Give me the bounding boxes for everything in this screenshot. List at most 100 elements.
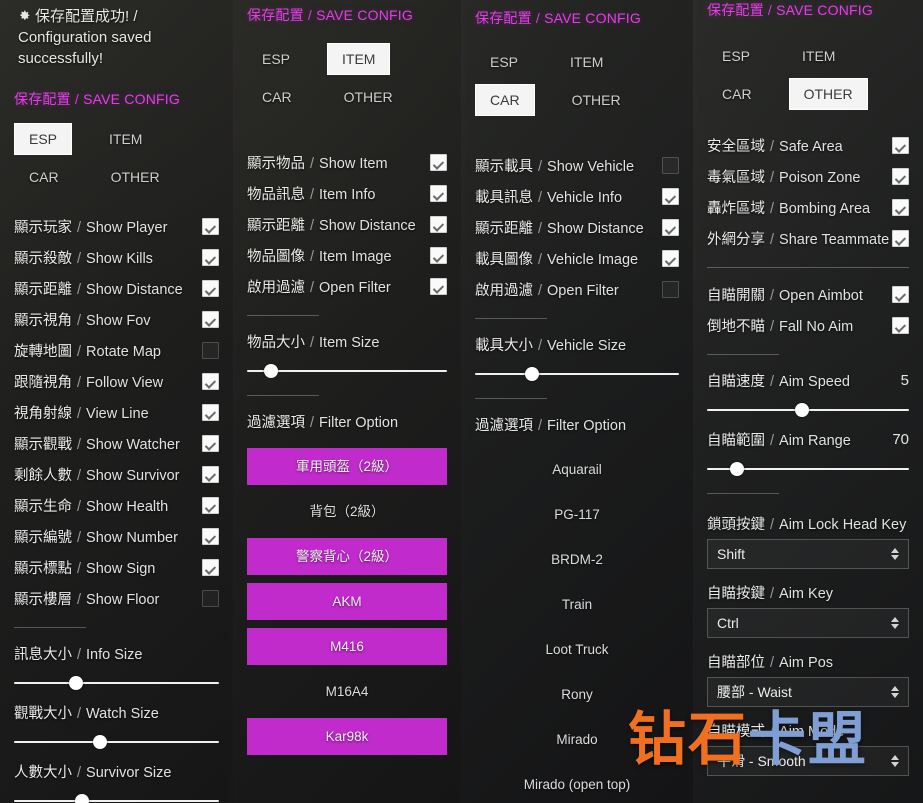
item-show-item-checkbox[interactable] bbox=[430, 154, 447, 171]
esp-show-number-checkbox[interactable] bbox=[202, 528, 219, 545]
car-open-filter-checkbox[interactable] bbox=[662, 281, 679, 298]
esp-show-kills-checkbox[interactable] bbox=[202, 249, 219, 266]
tab-esp[interactable]: ESP bbox=[247, 43, 305, 75]
other-open-aimbot-checkbox[interactable] bbox=[892, 286, 909, 303]
car-show-vehicle-checkbox[interactable] bbox=[662, 157, 679, 174]
car-filter-6-option[interactable]: Mirado bbox=[475, 721, 679, 758]
slider-knob[interactable] bbox=[730, 462, 745, 476]
item-item-image-checkbox[interactable] bbox=[430, 247, 447, 264]
esp-show-floor-row[interactable]: 顯示樓層 / Show Floor bbox=[14, 583, 219, 614]
esp-rotate-map-row[interactable]: 旋轉地圖 / Rotate Map bbox=[14, 335, 219, 366]
car-filter-2-option[interactable]: BRDM-2 bbox=[475, 541, 679, 578]
esp-survivor-size-slider[interactable] bbox=[14, 790, 219, 803]
tab-esp[interactable]: ESP bbox=[475, 46, 533, 78]
tab-item[interactable]: ITEM bbox=[327, 43, 391, 75]
car-vehicle-image-checkbox[interactable] bbox=[662, 250, 679, 267]
car-vehicle-info-checkbox[interactable] bbox=[662, 188, 679, 205]
slider-knob[interactable] bbox=[74, 794, 89, 803]
tab-car[interactable]: CAR bbox=[475, 84, 535, 116]
other-aim-speed-slider[interactable] bbox=[707, 399, 909, 421]
item-show-item-row[interactable]: 顯示物品 / Show Item bbox=[247, 147, 447, 178]
other-aim-range-slider[interactable] bbox=[707, 458, 909, 480]
other-bombing-area-row[interactable]: 轟炸區域 / Bombing Area bbox=[707, 192, 909, 223]
other-aim-mode-select[interactable]: 平滑 - Smooth bbox=[707, 746, 909, 776]
tab-car[interactable]: CAR bbox=[707, 78, 767, 110]
vehicle-size-slider[interactable] bbox=[475, 363, 679, 385]
car-show-distance-row[interactable]: 顯示距離 / Show Distance bbox=[475, 212, 679, 243]
slider-knob[interactable] bbox=[794, 403, 809, 417]
esp-show-watcher-checkbox[interactable] bbox=[202, 435, 219, 452]
esp-show-health-row[interactable]: 顯示生命 / Show Health bbox=[14, 490, 219, 521]
car-filter-1-option[interactable]: PG-117 bbox=[475, 496, 679, 533]
other-safe-area-checkbox[interactable] bbox=[892, 137, 909, 154]
car-show-vehicle-row[interactable]: 顯示載具 / Show Vehicle bbox=[475, 150, 679, 181]
save-config-link-car[interactable]: 保存配置 / SAVE CONFIG bbox=[475, 8, 679, 28]
other-aim-key-select[interactable]: Ctrl bbox=[707, 608, 909, 638]
other-open-aimbot-row[interactable]: 自瞄開關 / Open Aimbot bbox=[707, 279, 909, 310]
other-bombing-area-checkbox[interactable] bbox=[892, 199, 909, 216]
esp-show-watcher-row[interactable]: 顯示觀戰 / Show Watcher bbox=[14, 428, 219, 459]
tab-item[interactable]: ITEM bbox=[787, 40, 850, 72]
car-filter-0-option[interactable]: Aquarail bbox=[475, 451, 679, 488]
slider-knob[interactable] bbox=[68, 676, 83, 690]
car-filter-5-option[interactable]: Rony bbox=[475, 676, 679, 713]
esp-show-sign-row[interactable]: 顯示標點 / Show Sign bbox=[14, 552, 219, 583]
item-item-info-checkbox[interactable] bbox=[430, 185, 447, 202]
other-poison-zone-checkbox[interactable] bbox=[892, 168, 909, 185]
chevron-updown-icon[interactable] bbox=[891, 548, 899, 560]
other-safe-area-row[interactable]: 安全區域 / Safe Area bbox=[707, 130, 909, 161]
item-filter-6-option[interactable]: Kar98k bbox=[247, 718, 447, 755]
esp-follow-view-row[interactable]: 跟隨視角 / Follow View bbox=[14, 366, 219, 397]
car-filter-3-option[interactable]: Train bbox=[475, 586, 679, 623]
esp-show-distance-row[interactable]: 顯示距離 / Show Distance bbox=[14, 273, 219, 304]
tab-other[interactable]: OTHER bbox=[788, 78, 868, 110]
item-item-info-row[interactable]: 物品訊息 / Item Info bbox=[247, 178, 447, 209]
car-filter-4-option[interactable]: Loot Truck bbox=[475, 631, 679, 668]
car-vehicle-image-row[interactable]: 載具圖像 / Vehicle Image bbox=[475, 243, 679, 274]
item-open-filter-checkbox[interactable] bbox=[430, 278, 447, 295]
slider-knob[interactable] bbox=[525, 367, 540, 381]
esp-view-line-checkbox[interactable] bbox=[202, 404, 219, 421]
tab-esp[interactable]: ESP bbox=[14, 123, 73, 155]
esp-show-fov-row[interactable]: 顯示視角 / Show Fov bbox=[14, 304, 219, 335]
save-config-link-item[interactable]: 保存配置 / SAVE CONFIG bbox=[247, 5, 447, 25]
item-filter-2-option[interactable]: 警察背心（2級） bbox=[247, 538, 447, 575]
esp-show-player-row[interactable]: 顯示玩家 / Show Player bbox=[14, 211, 219, 242]
esp-info-size-slider[interactable] bbox=[14, 672, 219, 694]
tab-other[interactable]: OTHER bbox=[329, 81, 408, 113]
item-size-slider[interactable] bbox=[247, 360, 447, 382]
esp-show-kills-row[interactable]: 顯示殺敵 / Show Kills bbox=[14, 242, 219, 273]
tab-other[interactable]: OTHER bbox=[96, 161, 175, 193]
esp-watch-size-slider[interactable] bbox=[14, 731, 219, 753]
other-aim-lock-head-key-select[interactable]: Shift bbox=[707, 539, 909, 569]
save-config-link-esp[interactable]: 保存配置 / SAVE CONFIG bbox=[14, 89, 219, 109]
slider-knob[interactable] bbox=[93, 735, 108, 749]
other-poison-zone-row[interactable]: 毒氣區域 / Poison Zone bbox=[707, 161, 909, 192]
car-show-distance-checkbox[interactable] bbox=[662, 219, 679, 236]
item-filter-4-option[interactable]: M416 bbox=[247, 628, 447, 665]
tab-item[interactable]: ITEM bbox=[94, 123, 157, 155]
esp-show-health-checkbox[interactable] bbox=[202, 497, 219, 514]
item-show-distance-checkbox[interactable] bbox=[430, 216, 447, 233]
esp-show-floor-checkbox[interactable] bbox=[202, 590, 219, 607]
esp-show-fov-checkbox[interactable] bbox=[202, 311, 219, 328]
other-share-teammate-row[interactable]: 外網分享 / Share Teammate bbox=[707, 223, 909, 254]
other-fall-no-aim-row[interactable]: 倒地不瞄 / Fall No Aim bbox=[707, 310, 909, 341]
esp-rotate-map-checkbox[interactable] bbox=[202, 342, 219, 359]
item-filter-1-option[interactable]: 背包（2級） bbox=[247, 493, 447, 530]
esp-show-survivor-checkbox[interactable] bbox=[202, 466, 219, 483]
esp-show-sign-checkbox[interactable] bbox=[202, 559, 219, 576]
other-aim-pos-select[interactable]: 腰部 - Waist bbox=[707, 677, 909, 707]
save-config-link-other[interactable]: 保存配置 / SAVE CONFIG bbox=[707, 0, 909, 20]
other-share-teammate-checkbox[interactable] bbox=[892, 230, 909, 247]
item-show-distance-row[interactable]: 顯示距離 / Show Distance bbox=[247, 209, 447, 240]
tab-item[interactable]: ITEM bbox=[555, 46, 618, 78]
esp-follow-view-checkbox[interactable] bbox=[202, 373, 219, 390]
item-filter-3-option[interactable]: AKM bbox=[247, 583, 447, 620]
tab-esp[interactable]: ESP bbox=[707, 40, 765, 72]
esp-show-survivor-row[interactable]: 剩餘人數 / Show Survivor bbox=[14, 459, 219, 490]
chevron-updown-icon[interactable] bbox=[891, 755, 899, 767]
car-open-filter-row[interactable]: 啟用過濾 / Open Filter bbox=[475, 274, 679, 305]
chevron-updown-icon[interactable] bbox=[891, 617, 899, 629]
esp-view-line-row[interactable]: 視角射線 / View Line bbox=[14, 397, 219, 428]
